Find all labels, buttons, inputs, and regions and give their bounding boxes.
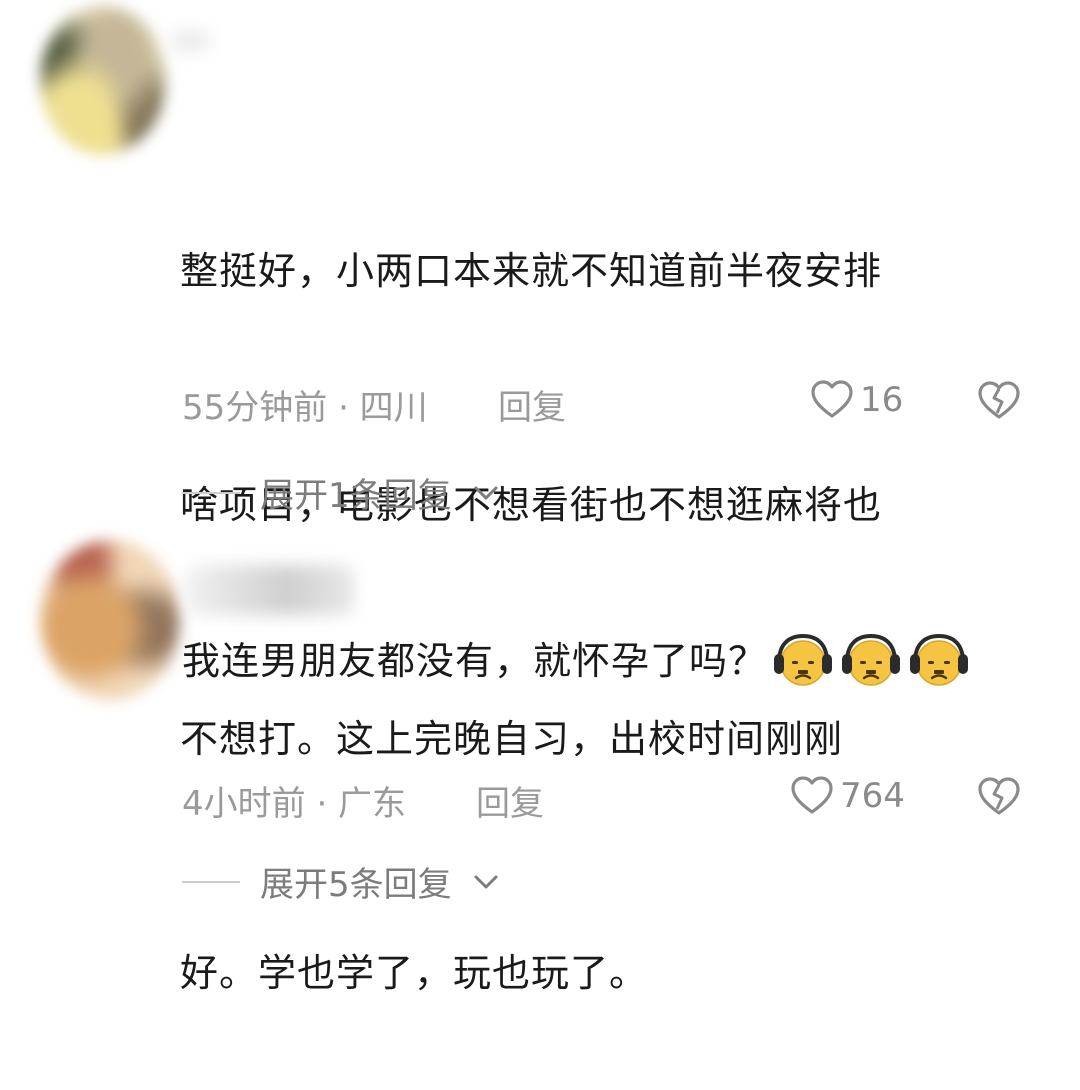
broken-heart-icon (978, 777, 1020, 815)
comment-line: 整挺好，小两口本来就不知道前半夜安排 (180, 249, 883, 293)
comment-line: 不想打。这上完晚自习，出校时间刚刚 (180, 717, 844, 761)
like-count: 764 (840, 776, 905, 816)
avatar[interactable] (40, 540, 180, 700)
chevron-down-icon (474, 875, 498, 888)
chevron-down-icon (474, 486, 498, 499)
username[interactable] (170, 30, 210, 52)
like-button[interactable]: 16 (810, 380, 903, 420)
expand-replies-button[interactable]: 展开1条回复 (182, 468, 500, 517)
reply-button[interactable]: 回复 (498, 380, 566, 429)
username[interactable] (185, 565, 355, 615)
divider (182, 880, 240, 883)
heart-outline-icon (811, 380, 853, 418)
comment-meta: 4小时前 · 广东 (182, 784, 407, 824)
like-count: 16 (860, 380, 904, 420)
headphone-frown-emoji (842, 633, 901, 686)
broken-heart-icon (978, 381, 1020, 419)
comment-body: 我连男朋友都没有，就怀孕了吗？ (182, 639, 768, 683)
comment-meta: 55分钟前 · 四川 (182, 388, 428, 428)
like-button[interactable]: 764 (790, 776, 905, 816)
divider (182, 491, 240, 494)
comment-line: 好。学也学了，玩也玩了。 (180, 951, 649, 995)
reply-button[interactable]: 回复 (476, 776, 544, 825)
dislike-button[interactable] (977, 381, 1021, 421)
dislike-button[interactable] (977, 777, 1021, 817)
expand-replies-button[interactable]: 展开5条回复 (182, 857, 500, 906)
heart-outline-icon (791, 776, 833, 814)
expand-replies-label: 展开1条回复 (260, 476, 452, 516)
avatar[interactable] (40, 5, 166, 155)
expand-replies-label: 展开5条回复 (260, 865, 452, 905)
comment-text: 我连男朋友都没有，就怀孕了吗？ (182, 622, 1012, 700)
headphone-frown-emoji (774, 633, 833, 686)
headphone-frown-emoji (910, 633, 969, 686)
